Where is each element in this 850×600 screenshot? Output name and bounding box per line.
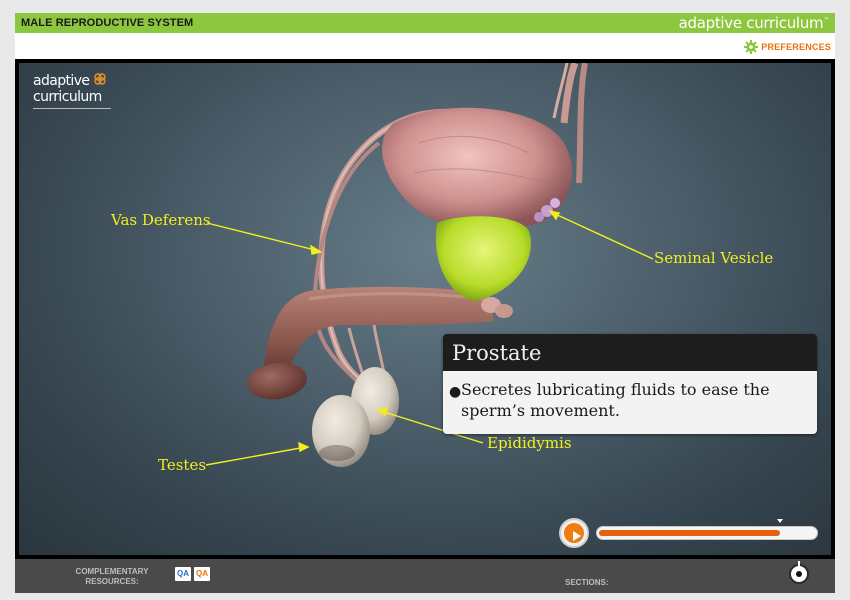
- qa-resource-button-2[interactable]: QA: [194, 567, 210, 581]
- play-icon: [564, 523, 584, 543]
- page-edge: [0, 593, 850, 600]
- info-panel-body: ● Secretes lubricating fluids to ease th…: [443, 371, 817, 434]
- callout-epididymis: Epididymis: [487, 434, 572, 452]
- animation-stage: adaptive curriculum Vas Deferens Seminal…: [15, 59, 835, 559]
- qa-resource-button-1[interactable]: QA: [175, 567, 191, 581]
- resources-label: COMPLEMENTARY RESOURCES:: [75, 567, 149, 586]
- info-panel: Prostate ● Secretes lubricating fluids t…: [443, 334, 817, 434]
- info-bullet-line-2: sperm’s movement.: [461, 401, 620, 420]
- anatomy-illustration: [205, 63, 654, 467]
- playhead-marker[interactable]: [776, 519, 783, 523]
- page-title: MALE REPRODUCTIVE SYSTEM: [21, 17, 194, 29]
- info-panel-title: Prostate: [443, 334, 817, 371]
- title-bar: MALE REPRODUCTIVE SYSTEM adaptive curric…: [15, 13, 835, 33]
- toolbar: PREFERENCES: [15, 33, 835, 59]
- app-window: MALE REPRODUCTIVE SYSTEM adaptive curric…: [0, 0, 850, 600]
- preferences-label: PREFERENCES: [761, 42, 831, 52]
- brand-wordmark: adaptive curriculum™: [678, 14, 830, 32]
- preferences-button[interactable]: PREFERENCES: [744, 40, 831, 54]
- callout-vas-deferens: Vas Deferens: [111, 211, 211, 229]
- sections-label: SECTIONS:: [565, 578, 609, 587]
- animation-viewport: adaptive curriculum Vas Deferens Seminal…: [19, 63, 831, 555]
- callout-testes: Testes: [158, 456, 207, 474]
- callout-seminal-vesicle: Seminal Vesicle: [654, 249, 774, 267]
- play-button[interactable]: [559, 518, 589, 548]
- gear-icon: [744, 40, 759, 54]
- section-dial-icon[interactable]: [789, 561, 809, 584]
- info-bullet-line-1: Secretes lubricating fluids to ease the: [461, 380, 770, 399]
- footer-bar: COMPLEMENTARY RESOURCES: QA QA SECTIONS:: [15, 559, 835, 593]
- progress-fill: [599, 530, 780, 536]
- progress-bar[interactable]: [596, 519, 818, 540]
- bullet-icon: ●: [449, 384, 462, 400]
